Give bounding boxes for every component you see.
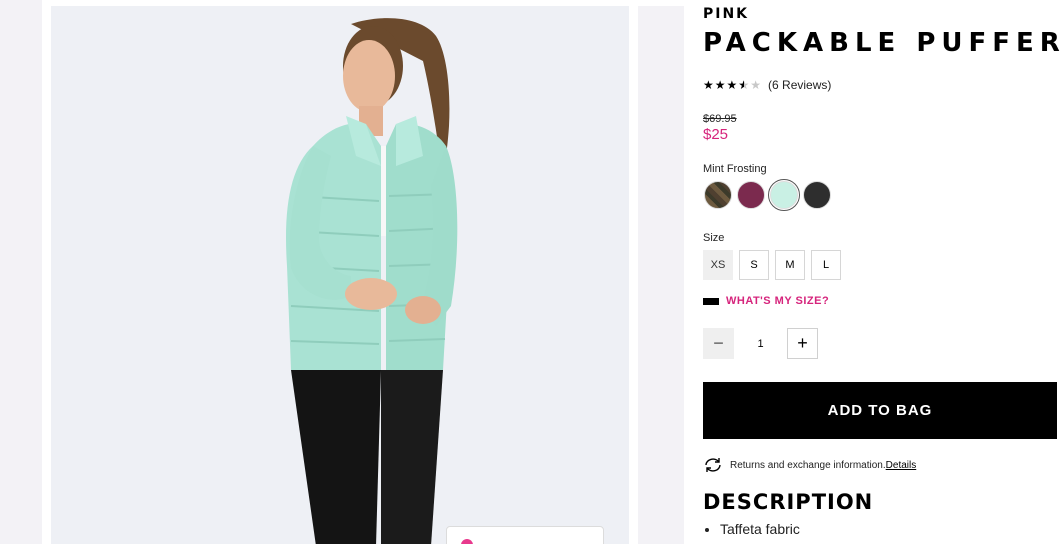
brand-name: PINK <box>703 6 750 22</box>
product-main-image[interactable] <box>51 6 629 544</box>
size-l[interactable]: L <box>811 250 841 280</box>
size-label: Size <box>703 232 725 244</box>
description-item: Taffeta fabric <box>720 521 800 537</box>
color-swatches <box>704 179 831 211</box>
rating-stars-icon: ★★★★★★ <box>703 78 763 92</box>
swatch-black[interactable] <box>803 181 831 209</box>
model-photo <box>51 6 629 544</box>
exchange-icon <box>705 458 721 472</box>
size-s[interactable]: S <box>739 250 769 280</box>
description-heading: DESCRIPTION <box>703 490 874 514</box>
add-to-bag-button[interactable]: ADD TO BAG <box>703 382 1057 439</box>
zoom-button[interactable] <box>446 526 604 544</box>
selected-color-label: Mint Frosting <box>703 163 767 175</box>
returns-info: Returns and exchange information. Details <box>703 457 916 473</box>
quantity-increase-button[interactable]: + <box>787 328 818 359</box>
size-xs[interactable]: XS <box>703 250 733 280</box>
quantity-decrease-button[interactable]: − <box>703 328 734 359</box>
description-list: Taffeta fabric <box>703 521 800 537</box>
product-rating[interactable]: ★★★★★★ (6 Reviews) <box>703 78 831 92</box>
zoom-icon <box>461 539 473 544</box>
gallery-next-image[interactable] <box>638 6 684 544</box>
quantity-value[interactable]: 1 <box>734 338 787 350</box>
swatch-camo[interactable] <box>704 181 732 209</box>
size-guide-link[interactable]: WHAT'S MY SIZE? <box>703 295 829 307</box>
swatch-mint[interactable] <box>768 179 800 211</box>
ruler-icon <box>703 297 719 305</box>
quantity-stepper: − 1 + <box>703 328 818 359</box>
gallery-prev-image[interactable] <box>0 0 42 544</box>
swatch-berry[interactable] <box>737 181 765 209</box>
product-title: PACKABLE PUFFER <box>703 28 1060 58</box>
size-options: XS S M L <box>703 250 841 280</box>
size-guide-label: WHAT'S MY SIZE? <box>726 295 830 307</box>
original-price: $69.95 <box>703 113 737 125</box>
returns-details-link[interactable]: Details <box>886 460 917 471</box>
reviews-link[interactable]: (6 Reviews) <box>768 78 831 92</box>
returns-text: Returns and exchange information. <box>730 459 886 471</box>
sale-price: $25 <box>703 126 729 143</box>
size-m[interactable]: M <box>775 250 805 280</box>
